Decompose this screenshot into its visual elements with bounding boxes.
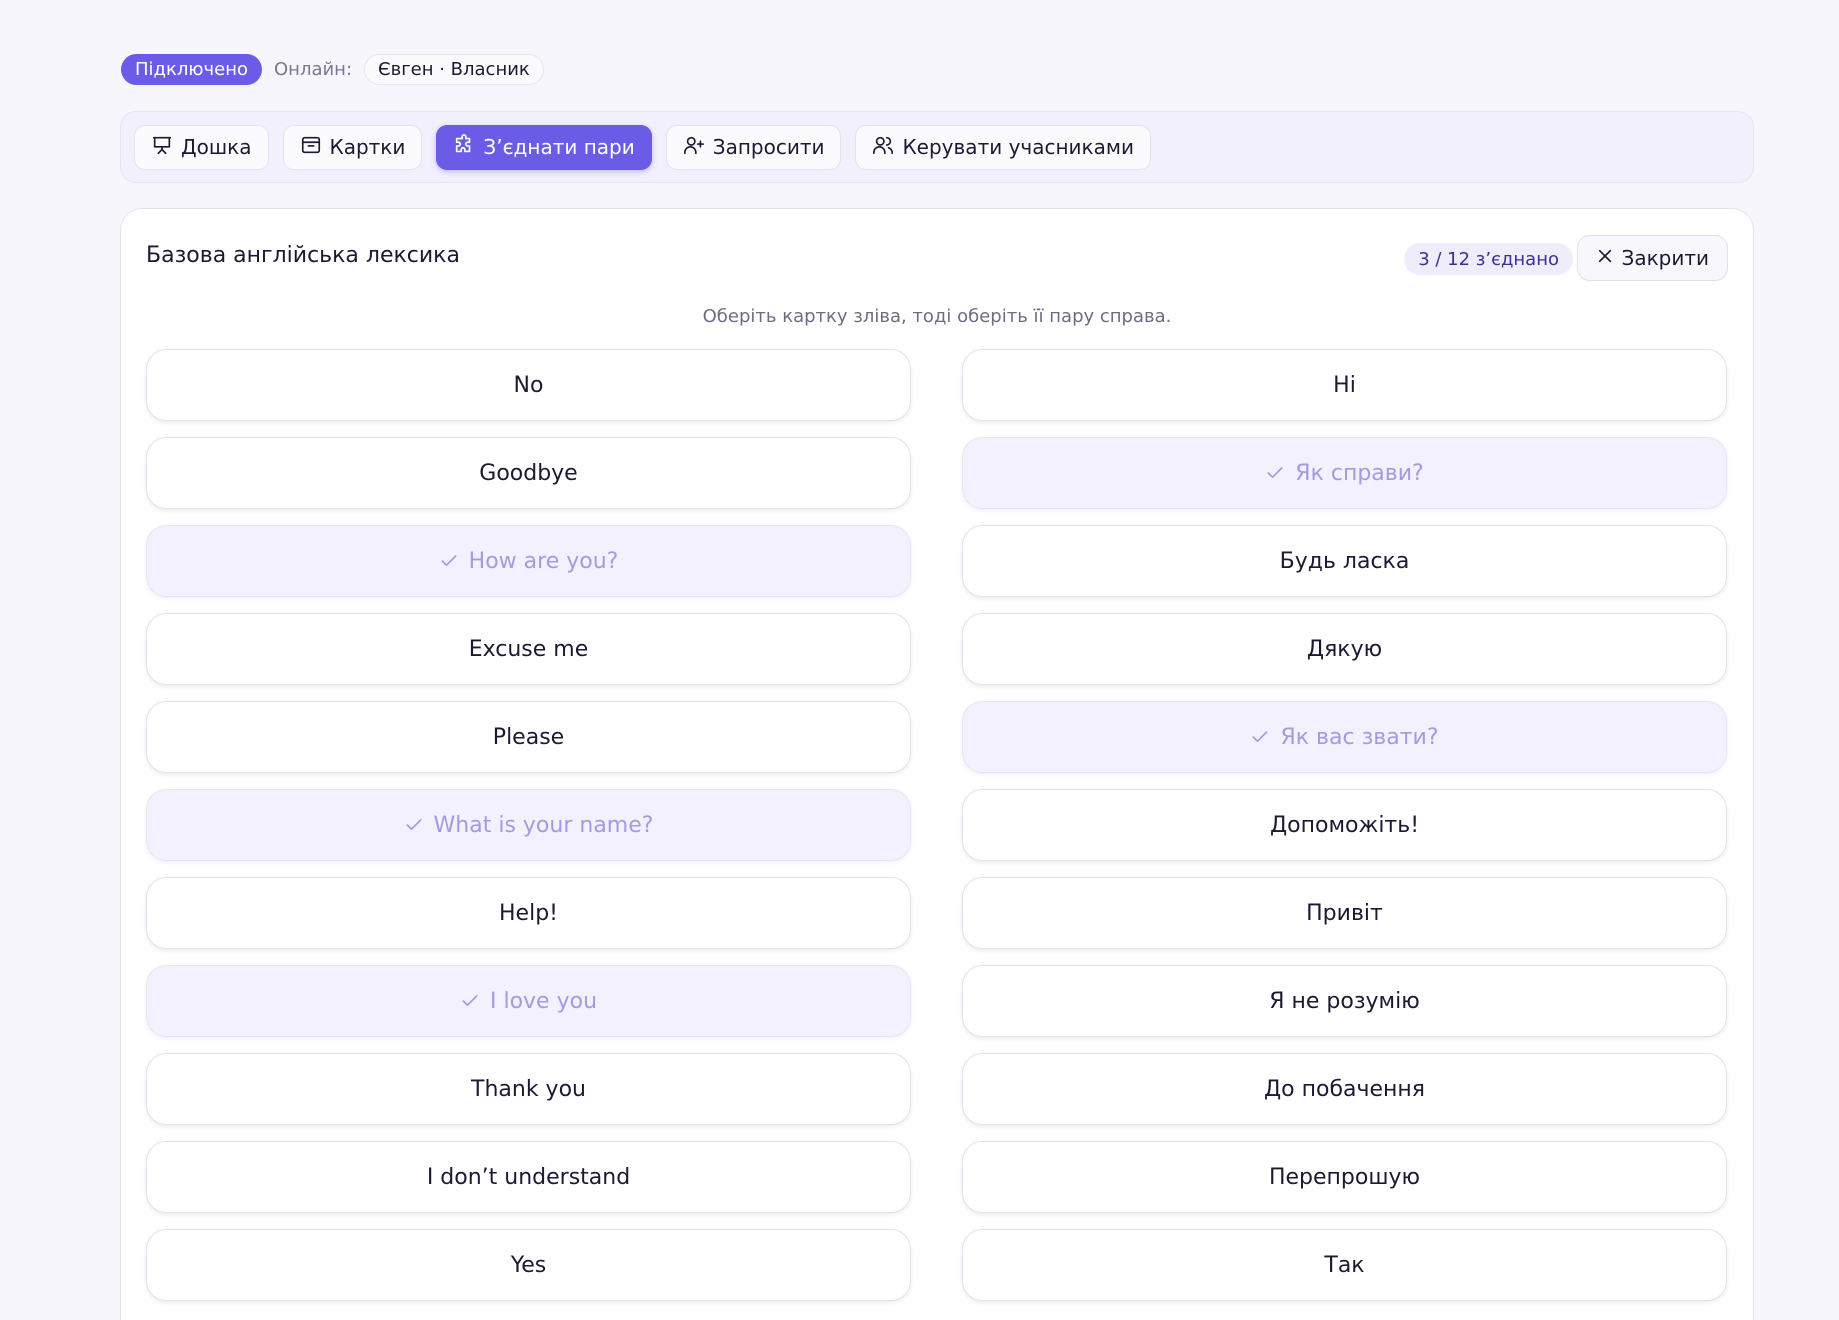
right-card-column: Hi Як справи? Будь ласка Дякую Як вас звати?… xyxy=(962,349,1727,1301)
left-match-card[interactable]: Goodbye xyxy=(146,437,911,509)
left-match-card[interactable]: No xyxy=(146,349,911,421)
tab-label: Дошка xyxy=(181,135,252,159)
tab-label: Керувати учасниками xyxy=(902,135,1134,159)
left-match-card[interactable]: Help! xyxy=(146,877,911,949)
card-text: I love you xyxy=(489,988,598,1014)
card-text: Перепрошую xyxy=(1268,1164,1421,1190)
online-user-chip: Євген · Власник xyxy=(364,54,544,85)
right-match-card[interactable]: Будь ласка xyxy=(962,525,1727,597)
card-box-icon xyxy=(300,134,322,161)
left-match-card[interactable]: Yes xyxy=(146,1229,911,1301)
match-pairs-panel: Базова англійська лексика 3 / 12 з’єднан… xyxy=(120,208,1754,1320)
check-icon xyxy=(1265,463,1285,483)
close-button[interactable]: Закрити xyxy=(1576,235,1728,281)
card-text: Thank you xyxy=(471,1076,586,1102)
tabs-toolbar: Дошка Картки З’єднати пари Запросити Кер… xyxy=(120,111,1754,183)
check-icon xyxy=(1250,727,1270,747)
card-text: Please xyxy=(492,724,565,750)
right-match-card[interactable]: Дякую xyxy=(962,613,1727,685)
close-label: Закрити xyxy=(1621,246,1710,270)
right-match-card[interactable]: Hi xyxy=(962,349,1727,421)
left-card-column: No Goodbye How are you? Excuse me Please What… xyxy=(146,349,911,1301)
card-text: До побачення xyxy=(1263,1076,1426,1102)
right-match-card[interactable]: Допоможіть! xyxy=(962,789,1727,861)
connected-badge: Підключено xyxy=(121,54,263,85)
left-match-card[interactable]: What is your name? xyxy=(146,789,911,861)
check-icon xyxy=(439,551,459,571)
left-match-card[interactable]: I don’t understand xyxy=(146,1141,911,1213)
card-text: Дякую xyxy=(1306,636,1383,662)
left-match-card[interactable]: I love you xyxy=(146,965,911,1037)
tab-label: Запросити xyxy=(712,135,825,159)
left-match-card[interactable]: Please xyxy=(146,701,911,773)
card-text: Excuse me xyxy=(468,636,589,662)
card-text: How are you? xyxy=(468,548,619,574)
right-match-card[interactable]: Перепрошую xyxy=(962,1141,1727,1213)
left-match-card[interactable]: Excuse me xyxy=(146,613,911,685)
right-match-card[interactable]: Як вас звати? xyxy=(962,701,1727,773)
tab-cards[interactable]: Картки xyxy=(282,124,423,170)
left-match-card[interactable]: How are you? xyxy=(146,525,911,597)
right-match-card[interactable]: Я не розумію xyxy=(962,965,1727,1037)
card-text: What is your name? xyxy=(433,812,654,838)
tab-label: Картки xyxy=(329,135,406,159)
close-icon xyxy=(1596,246,1614,270)
progress-badge: 3 / 12 з’єднано xyxy=(1404,243,1573,275)
tab-label: З’єднати пари xyxy=(483,135,635,159)
users-icon xyxy=(872,134,894,161)
card-text: Будь ласка xyxy=(1279,548,1410,574)
card-text: I don’t understand xyxy=(426,1164,631,1190)
tab-invite[interactable]: Запросити xyxy=(665,124,842,170)
tab-manage-members[interactable]: Керувати учасниками xyxy=(855,124,1151,170)
puzzle-icon xyxy=(453,133,475,161)
instruction-hint: Оберіть картку зліва, тоді оберіть її па… xyxy=(702,306,1172,327)
card-text: No xyxy=(513,372,544,398)
user-plus-icon xyxy=(683,134,705,161)
card-text: Як вас звати? xyxy=(1280,724,1439,750)
card-text: Help! xyxy=(499,900,558,926)
card-text: Допоможіть! xyxy=(1269,812,1420,838)
card-text: Hi xyxy=(1333,372,1356,398)
card-text: Привіт xyxy=(1306,900,1383,926)
tab-board[interactable]: Дошка xyxy=(134,124,269,170)
tab-match-pairs[interactable]: З’єднати пари xyxy=(436,124,652,170)
right-match-card[interactable]: Так xyxy=(962,1229,1727,1301)
online-label: Онлайн: xyxy=(274,59,353,80)
right-match-card[interactable]: Привіт xyxy=(962,877,1727,949)
panel-title: Базова англійська лексика xyxy=(146,243,460,268)
card-text: Як справи? xyxy=(1295,460,1424,486)
page: Підключено Онлайн: Євген · Власник Дошка… xyxy=(0,0,1839,1320)
check-icon xyxy=(460,991,480,1011)
right-match-card[interactable]: Як справи? xyxy=(962,437,1727,509)
card-text: Goodbye xyxy=(479,460,578,486)
presentation-icon xyxy=(151,134,173,161)
card-text: Так xyxy=(1324,1252,1365,1278)
check-icon xyxy=(404,815,424,835)
card-text: Я не розумію xyxy=(1269,988,1420,1014)
status-row: Підключено Онлайн: Євген · Власник xyxy=(121,54,544,85)
card-text: Yes xyxy=(510,1252,547,1278)
left-match-card[interactable]: Thank you xyxy=(146,1053,911,1125)
right-match-card[interactable]: До побачення xyxy=(962,1053,1727,1125)
